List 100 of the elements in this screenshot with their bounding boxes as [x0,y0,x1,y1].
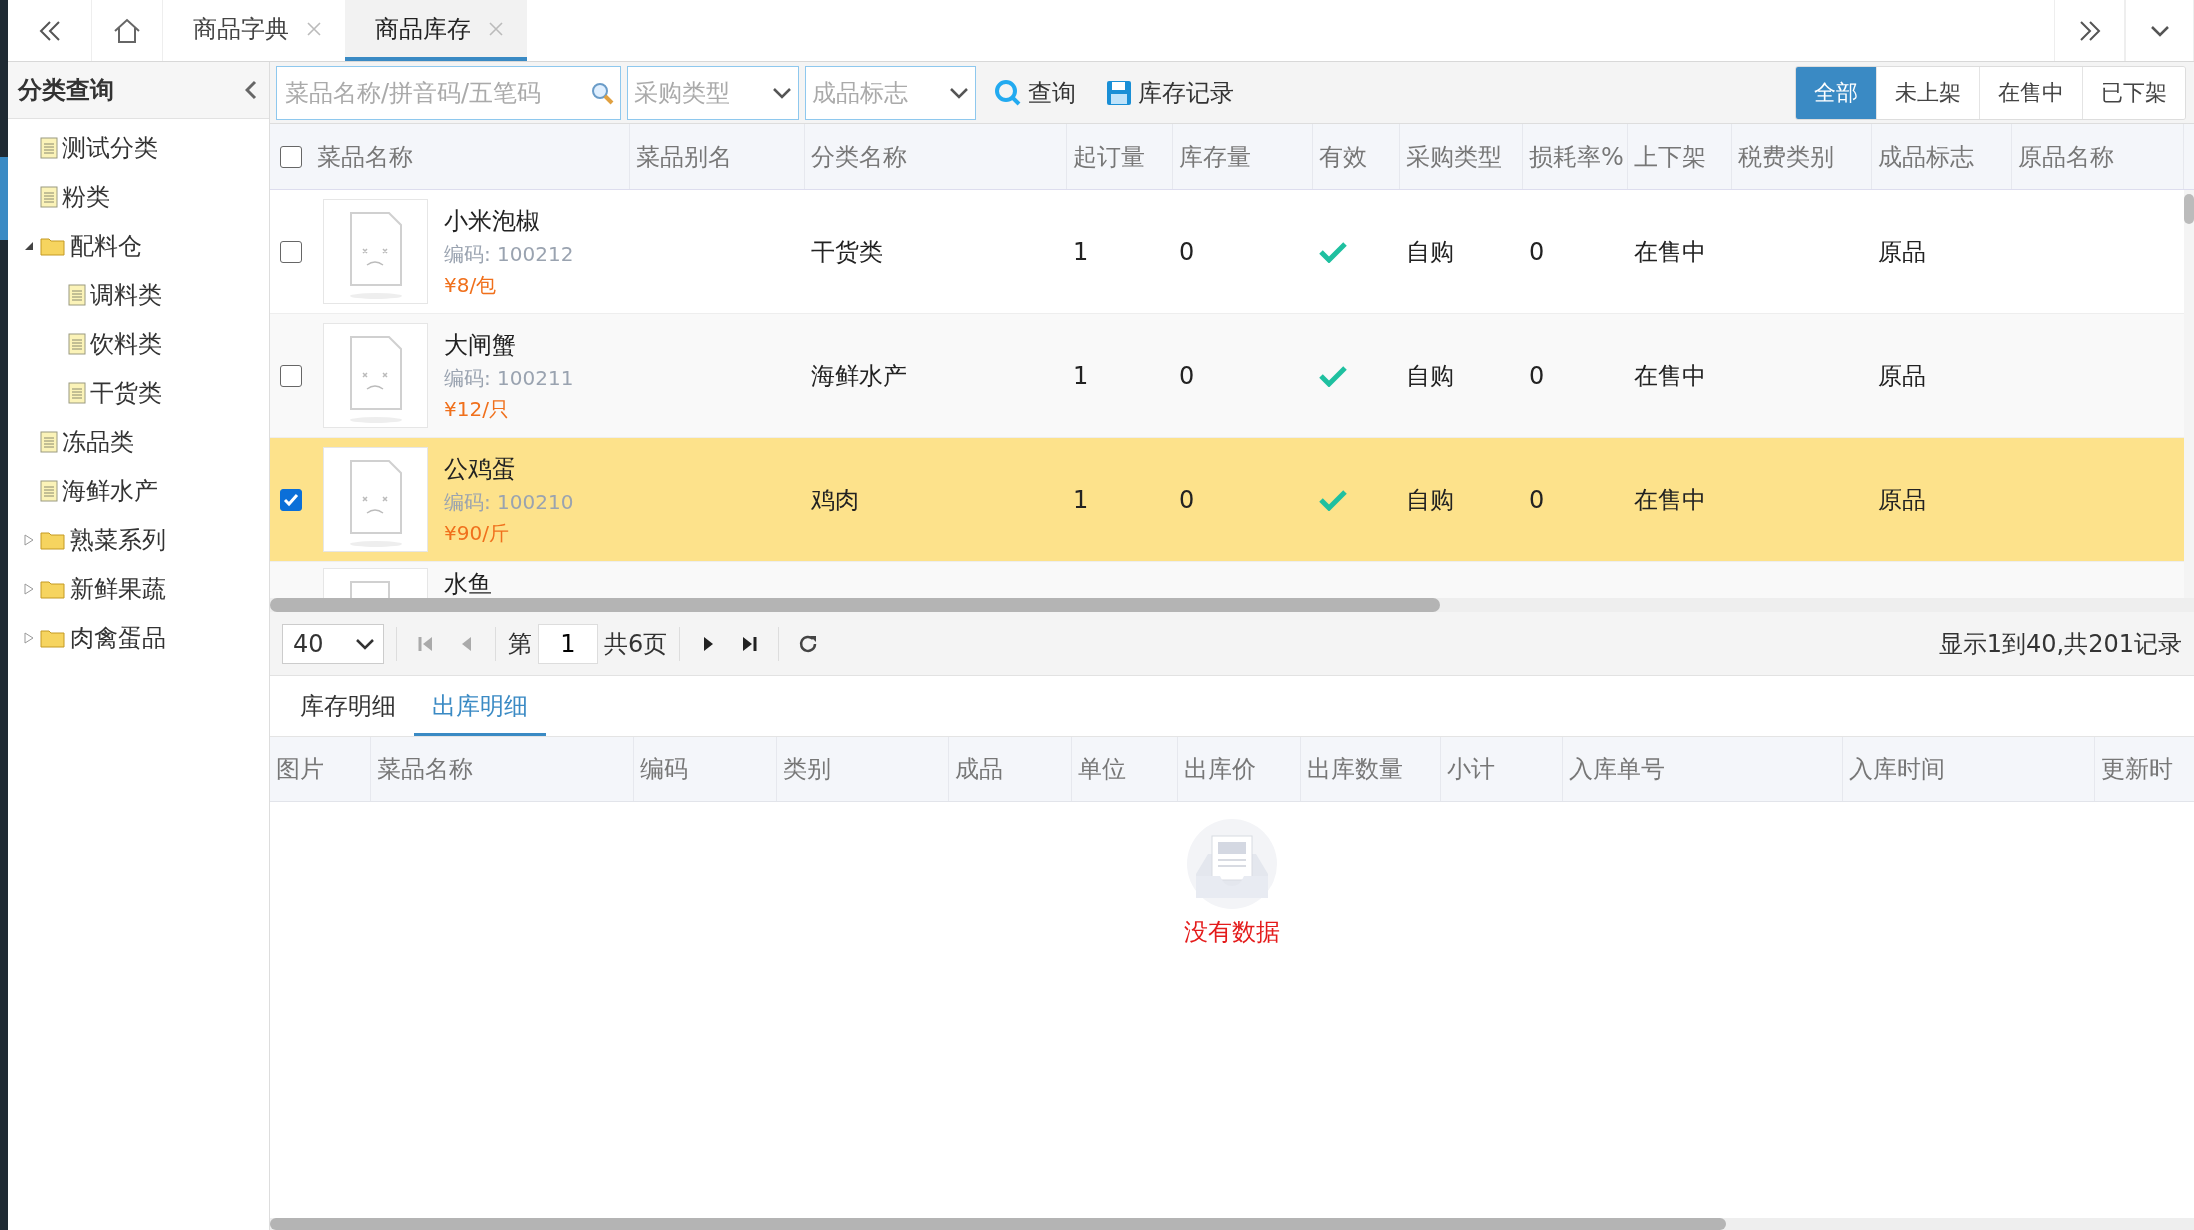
scrollbar[interactable] [2184,190,2194,598]
checkbox[interactable] [279,364,302,387]
document-icon [40,430,58,453]
table-row[interactable]: 大闸蟹 编码: 100211 ¥12/只 海鲜水产 1 0 自购 0 在售中 原品 [270,314,2184,438]
panel-title: 分类查询 [18,75,114,106]
collapsed-arrow-icon[interactable] [24,533,34,546]
scrollbar[interactable] [270,1218,2194,1230]
page-tab[interactable]: 商品库存 [345,0,527,61]
tree-item[interactable]: 配料仓 [70,229,142,262]
record-button[interactable]: 库存记录 [1094,65,1246,120]
caret-icon [949,86,969,99]
table-cell-text: 鸡肉 [811,484,859,516]
tree-item[interactable]: 新鲜果蔬 [70,572,166,605]
page-size-select[interactable]: 40 [282,623,384,664]
caret-icon [772,86,792,99]
check-icon [1319,488,1347,511]
column-header: 起订量 [1067,124,1173,189]
table-cell-text: 海鲜水产 [811,360,907,392]
table-cell-text: 在售中 [1634,236,1706,268]
table-cell-text: 原品 [1878,484,1926,516]
search-icon [994,78,1022,107]
checkbox[interactable] [279,488,302,511]
product-name: 大闸蟹 [444,329,517,361]
product-price: ¥12/只 [444,395,510,423]
column-header: 编码 [634,737,777,801]
table-cell: 0 [1179,361,1195,390]
column-header: 菜品名称 [311,124,630,189]
table-cell-text: 干货类 [811,236,883,268]
column-header: 图片 [270,737,371,801]
column-header: 入库单号 [1563,737,1843,801]
first-page-icon [418,634,434,653]
folder-icon [40,235,66,256]
table-row[interactable]: 公鸡蛋 编码: 100210 ¥90/斤 鸡肉 1 0 自购 0 在售中 原品 [270,438,2184,562]
document-icon [40,185,58,208]
table-cell-text: 自购 [1406,236,1454,268]
document-icon [68,283,86,306]
tree-item[interactable]: 饮料类 [90,327,162,360]
tree-item[interactable]: 海鲜水产 [62,474,158,507]
checkbox[interactable] [279,145,302,168]
product-price: ¥8/包 [444,271,498,299]
collapsed-arrow-icon[interactable] [24,582,34,595]
page-count: 共6页 [604,628,668,660]
filter-tab[interactable]: 在售中 [1979,66,2082,119]
table-cell: 1 [1073,361,1089,390]
filter-tab[interactable]: 已下架 [2082,66,2185,119]
column-header: 税费类别 [1732,124,1872,189]
column-header: 成品标志 [1872,124,2012,189]
caret-icon [2149,24,2170,37]
filter-tab[interactable]: 全部 [1796,66,1876,119]
folder-icon [40,529,66,550]
tree-item[interactable]: 肉禽蛋品 [70,621,166,654]
record-summary: 显示1到40,共201记录 [1938,628,2182,660]
table-cell: 0 [1529,485,1545,514]
column-header: 类别 [777,737,949,801]
column-header: 菜品名称 [371,737,634,801]
table-cell-text: 原品 [1878,236,1926,268]
expanded-arrow-icon[interactable] [24,240,34,251]
tree-item[interactable]: 干货类 [90,376,162,409]
caret-icon [355,637,375,650]
tree-item[interactable]: 调料类 [90,278,162,311]
document-icon [40,136,58,159]
table-cell-text: 自购 [1406,484,1454,516]
search-icon [590,80,614,105]
column-header: 菜品别名 [630,124,805,189]
folder-icon [40,578,66,599]
tree-item[interactable]: 熟菜系列 [70,523,166,556]
column-header: 出库数量 [1301,737,1441,801]
column-header: 损耗率% [1523,124,1628,189]
page-label: 第 [508,628,532,660]
detail-tab[interactable]: 库存明细 [282,678,414,736]
column-header: 分类名称 [805,124,1067,189]
table-cell: 0 [1179,237,1195,266]
product-price: ¥90/斤 [444,519,510,547]
tree-item[interactable]: 冻品类 [62,425,134,458]
table-cell: 0 [1179,485,1195,514]
tree-item[interactable]: 粉类 [62,180,110,213]
document-icon [68,332,86,355]
product-name: 水鱼 [444,569,492,598]
table-cell: 1 [1073,237,1089,266]
filter-tab[interactable]: 未上架 [1876,66,1979,119]
collapsed-arrow-icon[interactable] [24,631,34,644]
scrollbar[interactable] [270,598,2194,612]
search-field[interactable]: 菜品名称/拼音码/五笔码 [276,65,621,120]
column-header: 更新时 [2095,737,2194,801]
document-icon [40,479,58,502]
table-cell-text: 自购 [1406,360,1454,392]
column-header: 有效 [1313,124,1400,189]
search-button[interactable]: 查询 [982,65,1088,120]
checkbox[interactable] [279,240,302,263]
folder-icon [40,627,66,648]
tree-item[interactable]: 测试分类 [62,131,158,164]
collapse-icon[interactable] [245,80,257,100]
table-cell: 0 [1529,361,1545,390]
page-input[interactable]: 1 [538,623,598,664]
scroll-right-button[interactable] [2054,0,2125,61]
column-header: 上下架 [1628,124,1732,189]
empty-message: 没有数据 [1184,917,1280,948]
table-cell-text: 在售中 [1634,360,1706,392]
table-cell: 1 [1073,485,1089,514]
check-icon [1319,364,1347,387]
